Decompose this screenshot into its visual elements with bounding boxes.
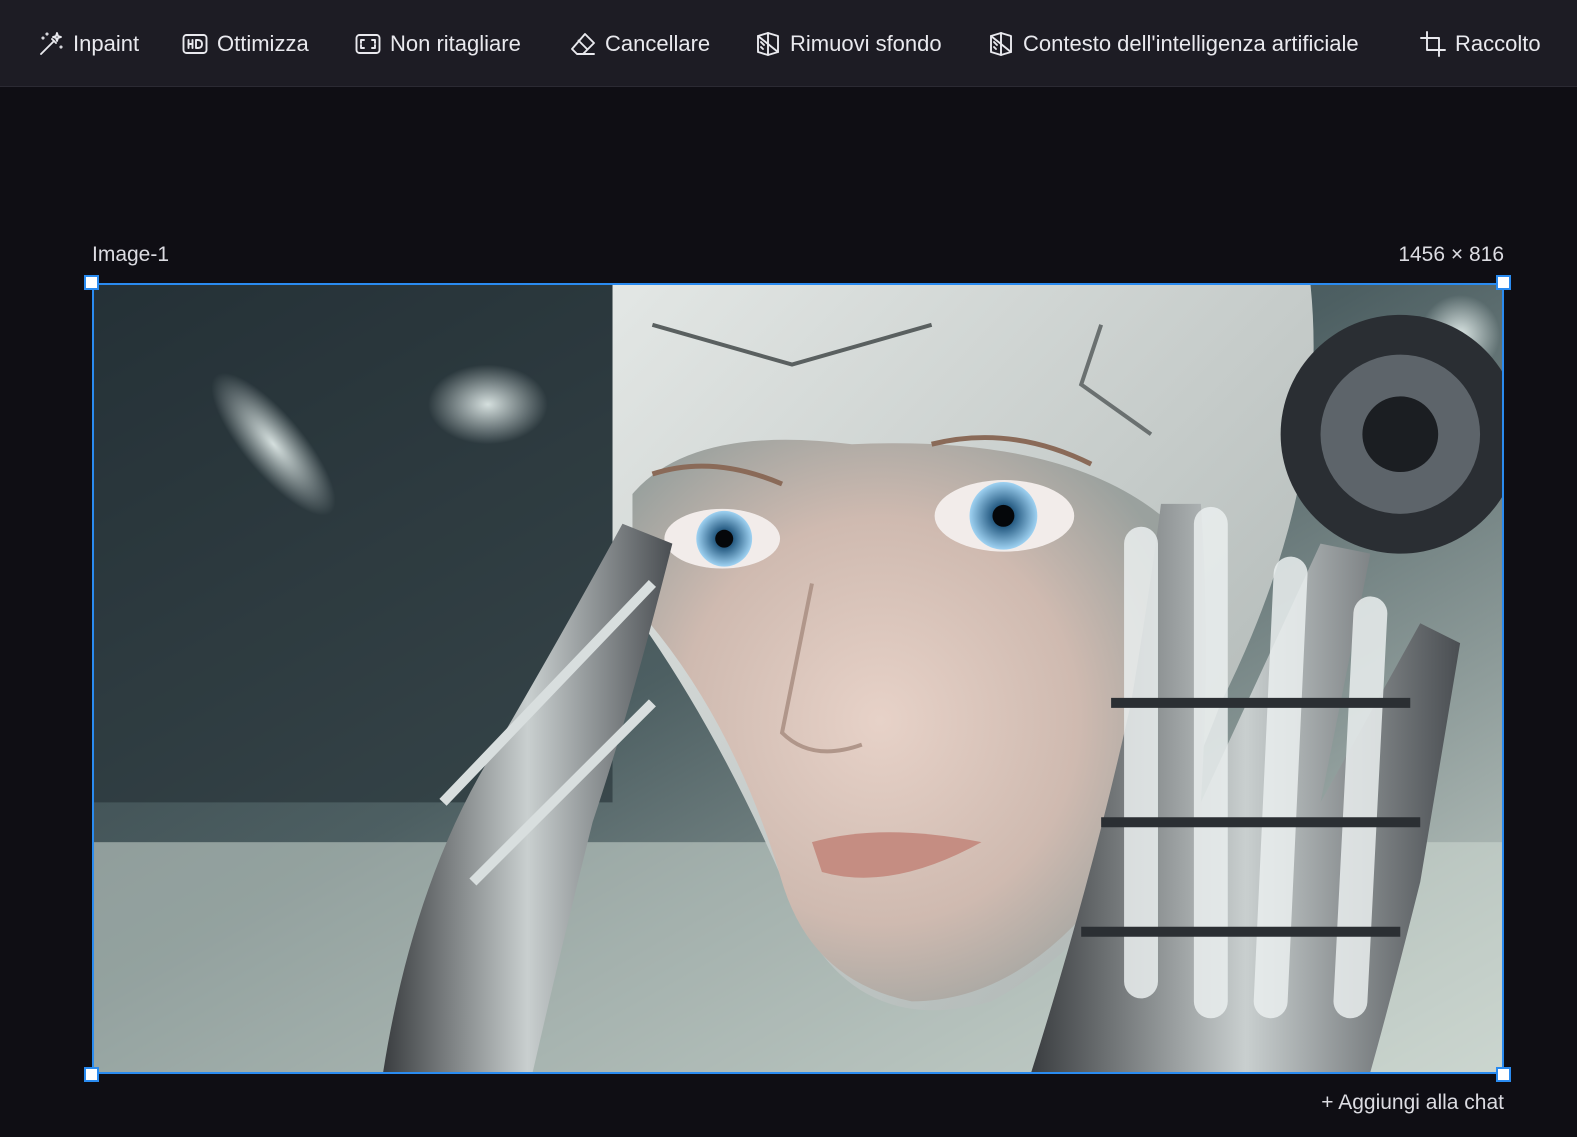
remove-background-icon bbox=[757, 31, 779, 56]
ai-context-icon bbox=[990, 31, 1012, 56]
add-to-chat-button[interactable]: + Aggiungi alla chat bbox=[1321, 1091, 1504, 1115]
optimize-label: Ottimizza bbox=[217, 30, 309, 56]
toolbar: Inpaint Ottimizza Non ritagliare Cancell… bbox=[0, 0, 1577, 87]
eraser-icon bbox=[571, 32, 595, 55]
remove-background-button[interactable]: Rimuovi sfondo bbox=[754, 0, 942, 87]
uncrop-label: Non ritagliare bbox=[390, 30, 521, 56]
ai-context-label: Contesto dell'intelligenza artificiale bbox=[1023, 30, 1359, 56]
crop-icon bbox=[1420, 30, 1446, 57]
robot-portrait-image bbox=[94, 285, 1502, 1072]
inpaint-button[interactable]: Inpaint bbox=[37, 0, 139, 87]
magic-wand-icon bbox=[40, 31, 63, 55]
resize-handle-bottom-right[interactable] bbox=[1496, 1067, 1511, 1082]
crop-label: Raccolto bbox=[1455, 30, 1541, 56]
ai-context-button[interactable]: Contesto dell'intelligenza artificiale bbox=[987, 0, 1359, 87]
resize-handle-top-left[interactable] bbox=[84, 275, 99, 290]
optimize-button[interactable]: Ottimizza bbox=[181, 0, 309, 87]
resize-handle-top-right[interactable] bbox=[1496, 275, 1511, 290]
image-dimensions: 1456 × 816 bbox=[1398, 243, 1504, 266]
image-name: Image-1 bbox=[92, 243, 170, 266]
crop-button[interactable]: Raccolto bbox=[1419, 0, 1541, 87]
erase-button[interactable]: Cancellare bbox=[569, 0, 710, 87]
hd-icon bbox=[182, 33, 208, 54]
uncrop-icon bbox=[355, 33, 381, 54]
uncrop-button[interactable]: Non ritagliare bbox=[354, 0, 521, 87]
remove-background-label: Rimuovi sfondo bbox=[790, 30, 942, 56]
inpaint-label: Inpaint bbox=[73, 30, 140, 56]
resize-handle-bottom-left[interactable] bbox=[84, 1067, 99, 1082]
erase-label: Cancellare bbox=[605, 30, 711, 56]
selected-image[interactable] bbox=[92, 283, 1504, 1074]
